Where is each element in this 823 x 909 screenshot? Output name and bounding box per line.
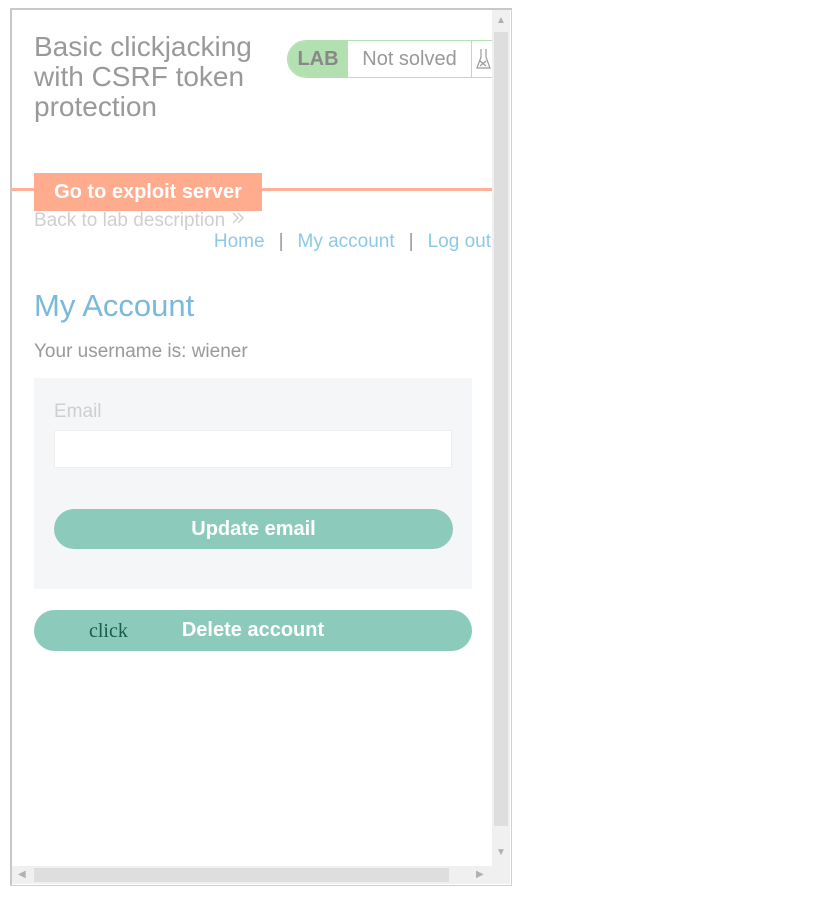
- go-to-exploit-server-button[interactable]: Go to exploit server: [34, 173, 262, 211]
- nav-home-link[interactable]: Home: [214, 231, 265, 253]
- horizontal-scroll-thumb[interactable]: [34, 868, 449, 882]
- vertical-scrollbar[interactable]: ▲ ▼: [492, 10, 510, 866]
- double-chevron-right-icon: [231, 210, 245, 232]
- nav-separator: |: [278, 231, 284, 252]
- nav-separator: |: [408, 231, 414, 252]
- scroll-left-arrow-icon[interactable]: ◀: [18, 870, 26, 880]
- lab-tag: LAB: [288, 41, 348, 77]
- horizontal-scrollbar[interactable]: ◀ ▶: [12, 866, 492, 884]
- back-to-lab-description-link[interactable]: Back to lab description: [34, 210, 245, 232]
- lab-status-badge: LAB Not solved: [287, 40, 499, 78]
- top-nav: Home | My account | Log out: [214, 231, 491, 253]
- change-email-form: Email Update email: [34, 378, 472, 589]
- nav-my-account-link[interactable]: My account: [298, 231, 395, 253]
- email-field[interactable]: [54, 430, 452, 468]
- click-decoy-text: click: [89, 620, 128, 642]
- scroll-up-arrow-icon[interactable]: ▲: [496, 16, 506, 26]
- scrollbar-corner: [492, 866, 510, 884]
- update-email-button[interactable]: Update email: [54, 509, 453, 549]
- back-link-label: Back to lab description: [34, 210, 226, 231]
- scroll-down-arrow-icon[interactable]: ▼: [496, 848, 506, 858]
- iframe-frame: Basic clickjacking with CSRF token prote…: [10, 8, 512, 886]
- username-text: Your username is: wiener: [34, 341, 248, 362]
- lab-status-text: Not solved: [348, 41, 472, 77]
- page-title: My Account: [34, 288, 195, 323]
- vertical-scroll-thumb[interactable]: [494, 32, 508, 826]
- lab-title: Basic clickjacking with CSRF token prote…: [34, 31, 252, 122]
- nav-log-out-link[interactable]: Log out: [428, 231, 491, 253]
- scroll-right-arrow-icon[interactable]: ▶: [476, 870, 484, 880]
- email-label: Email: [54, 401, 102, 422]
